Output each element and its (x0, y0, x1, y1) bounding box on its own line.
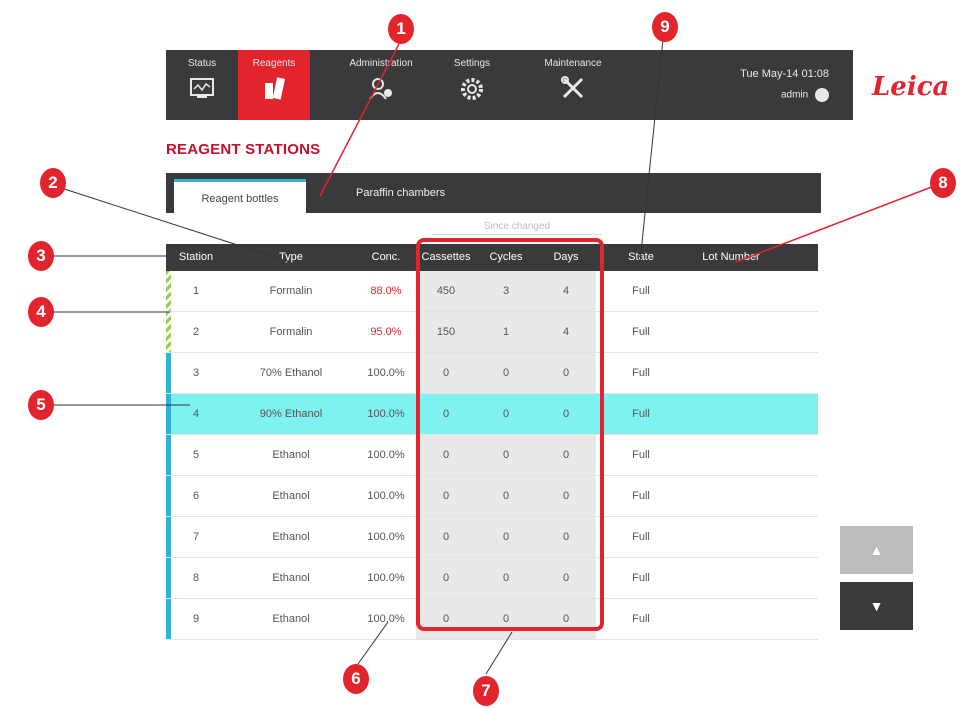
callout-2: 2 (40, 168, 66, 198)
callout-6: 6 (343, 664, 369, 694)
callout-1: 1 (388, 14, 414, 44)
callout-8: 8 (930, 168, 956, 198)
callout-5: 5 (28, 390, 54, 420)
callout-leader-lines (42, 29, 943, 675)
callout-3: 3 (28, 241, 54, 271)
callout-7: 7 (473, 676, 499, 706)
callout-9: 9 (652, 12, 678, 42)
callout-4: 4 (28, 297, 54, 327)
